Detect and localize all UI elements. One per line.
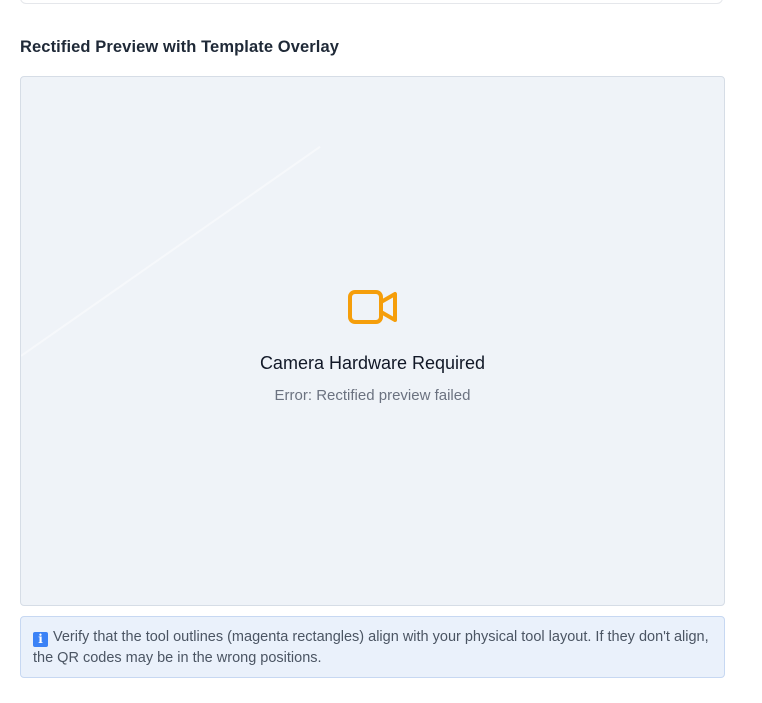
section-title: Rectified Preview with Template Overlay [20,38,340,56]
video-camera-icon [348,290,397,324]
camera-required-message: Camera Hardware Required [259,353,486,373]
info-icon: i [33,632,48,647]
previous-card [20,0,723,4]
preview-placeholder-line [21,145,321,357]
rectified-preview-panel: Camera Hardware Required Error: Rectifie… [20,76,725,606]
info-notice-text: Verify that the tool outlines (magenta r… [33,629,709,666]
preview-error-message: Error: Rectified preview failed [274,387,471,404]
info-notice: i Verify that the tool outlines (magenta … [20,616,725,678]
